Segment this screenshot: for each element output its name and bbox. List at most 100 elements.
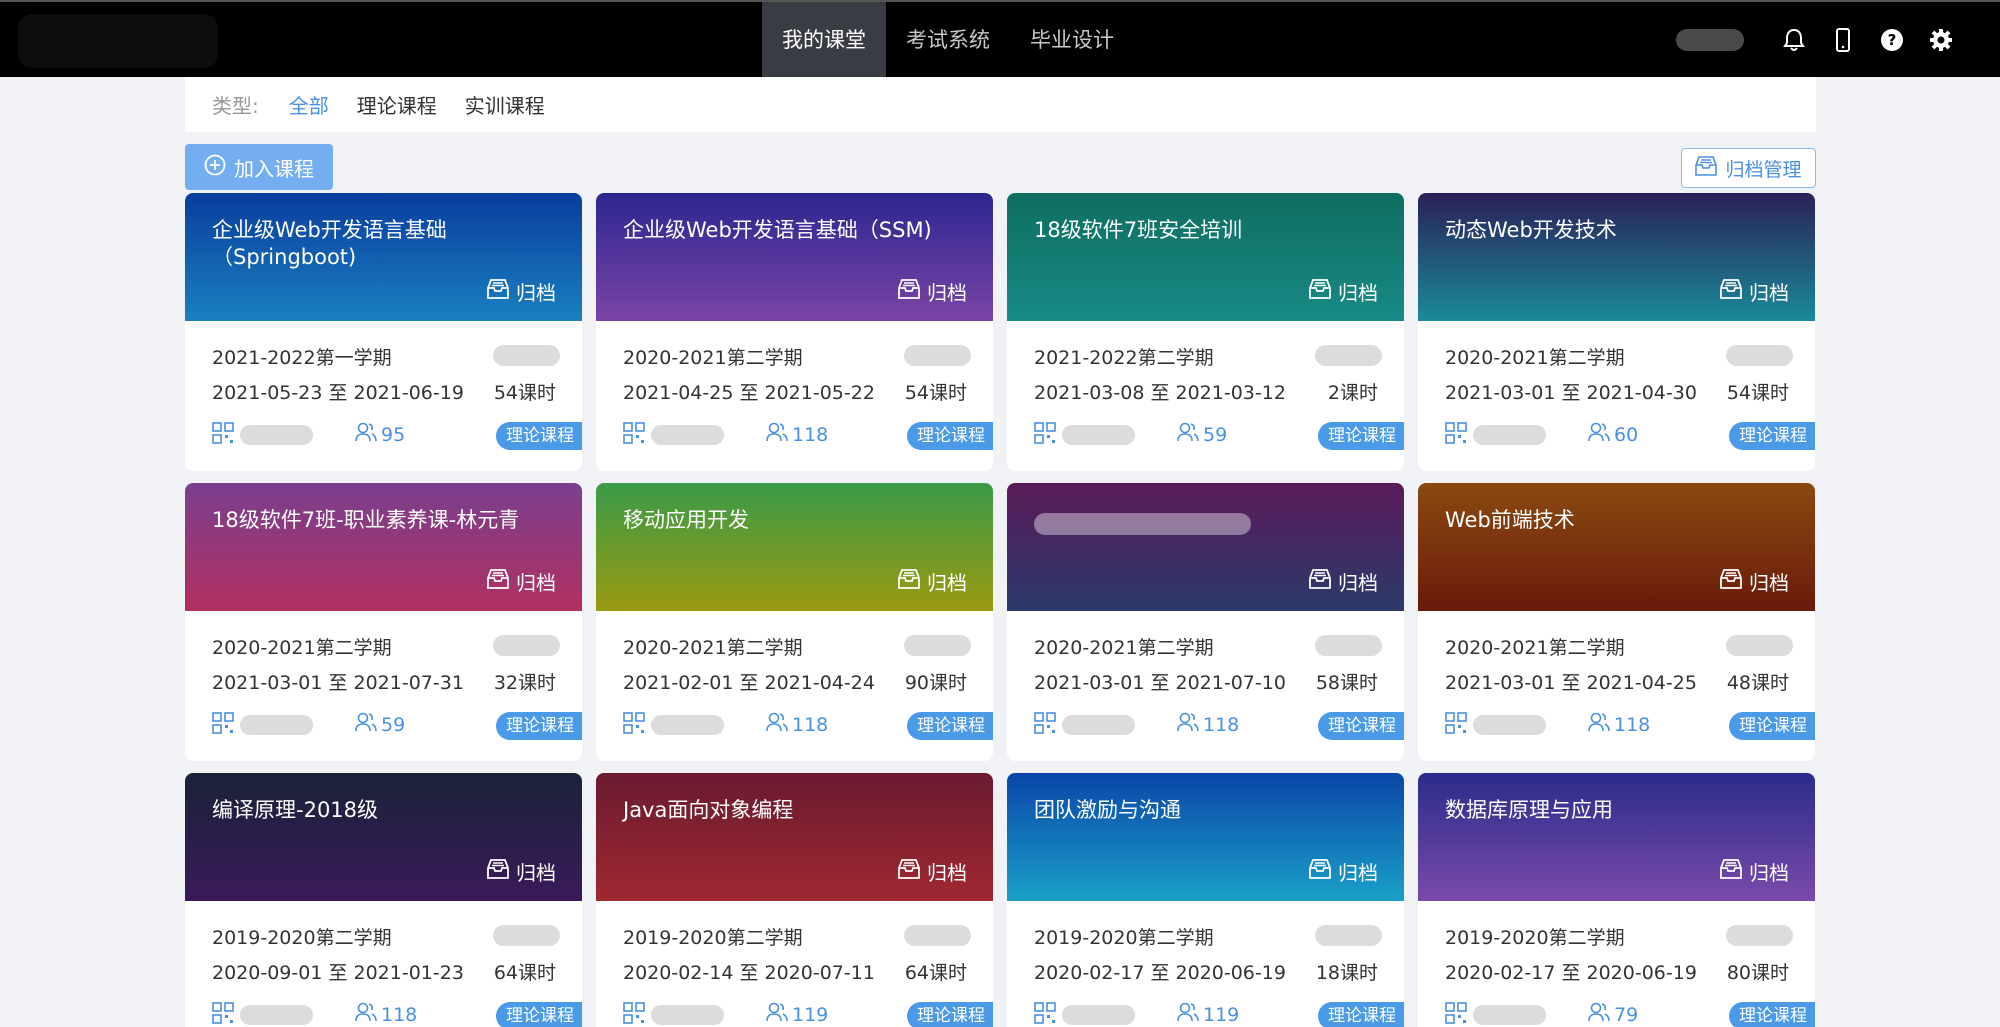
student-count[interactable]: 60 (1588, 422, 1638, 447)
archive-button[interactable]: 归档 (1309, 567, 1378, 596)
course-card-body: 2020-2021第二学期 2021-03-01 至 2021-07-31 32课时… (185, 611, 582, 761)
course-title[interactable]: 18级软件7班安全培训 (1034, 217, 1364, 244)
svg-text:?: ? (1887, 31, 1896, 49)
course-title[interactable]: Java面向对象编程 (623, 797, 953, 824)
qr-code-icon[interactable] (1034, 1002, 1056, 1024)
archive-button[interactable]: 归档 (1309, 857, 1378, 886)
archive-button[interactable]: 归档 (487, 857, 556, 886)
qr-code-icon[interactable] (212, 1002, 234, 1024)
user-name[interactable] (1676, 28, 1744, 51)
teacher-name (1315, 925, 1382, 946)
archive-button[interactable]: 归档 (1720, 277, 1789, 306)
course-title[interactable]: 企业级Web开发语言基础（Springboot) (212, 217, 542, 271)
course-title[interactable]: Web前端技术 (1445, 507, 1775, 534)
phone-icon[interactable] (1829, 26, 1856, 53)
archive-button[interactable]: 归档 (898, 277, 967, 306)
archive-button[interactable]: 归档 (898, 567, 967, 596)
filter-option-practical[interactable]: 实训课程 (465, 90, 545, 119)
course-type-tag: 理论课程 (1729, 712, 1815, 740)
course-card[interactable]: 归档 2020-2021第二学期 2021-03-01 至 2021-07-10 58… (1007, 483, 1404, 761)
course-code (1473, 425, 1546, 445)
course-title[interactable]: 18级软件7班-职业素养课-林元青 (212, 507, 542, 534)
archive-manage-button[interactable]: 归档管理 (1681, 148, 1816, 188)
course-dates: 2021-03-01 至 2021-04-30 (1445, 382, 1697, 404)
filter-option-all[interactable]: 全部 (289, 90, 329, 119)
course-title[interactable] (1034, 513, 1251, 535)
course-card[interactable]: 企业级Web开发语言基础（SSM) 归档 2020-2021第二学期 2021-04-… (596, 193, 993, 471)
qr-code-icon[interactable] (1034, 422, 1056, 444)
student-count[interactable]: 95 (355, 422, 405, 447)
course-card[interactable]: 数据库原理与应用 归档 2019-2020第二学期 2020-02-17 至 2020… (1418, 773, 1815, 1027)
archive-button[interactable]: 归档 (1720, 857, 1789, 886)
course-card-header[interactable]: 企业级Web开发语言基础（Springboot) 归档 (185, 193, 582, 321)
bell-icon[interactable] (1780, 26, 1807, 53)
course-title[interactable]: 企业级Web开发语言基础（SSM) (623, 217, 953, 244)
course-card-header[interactable]: 归档 (1007, 483, 1404, 611)
qr-code-icon[interactable] (212, 422, 234, 444)
student-count-value: 95 (381, 423, 406, 446)
course-card[interactable]: 企业级Web开发语言基础（Springboot) 归档 2021-2022第一学期 2… (185, 193, 582, 471)
course-card-header[interactable]: Web前端技术归档 (1418, 483, 1815, 611)
course-card-header[interactable]: 编译原理-2018级归档 (185, 773, 582, 901)
course-card-header[interactable]: 18级软件7班安全培训归档 (1007, 193, 1404, 321)
course-card-header[interactable]: 18级软件7班-职业素养课-林元青归档 (185, 483, 582, 611)
course-semester: 2019-2020第二学期 (1445, 927, 1625, 949)
student-count[interactable]: 118 (1177, 712, 1239, 737)
course-card[interactable]: Web前端技术 归档 2020-2021第二学期 2021-03-01 至 2021-… (1418, 483, 1815, 761)
course-title[interactable]: 数据库原理与应用 (1445, 797, 1775, 824)
student-count[interactable]: 118 (766, 422, 828, 447)
course-card-header[interactable]: Java面向对象编程归档 (596, 773, 993, 901)
course-card-header[interactable]: 移动应用开发归档 (596, 483, 993, 611)
join-course-button[interactable]: 加入课程 (185, 144, 333, 190)
course-card[interactable]: 18级软件7班安全培训 归档 2021-2022第二学期 2021-03-08 至 2… (1007, 193, 1404, 471)
qr-code-icon[interactable] (623, 1002, 645, 1024)
archive-button[interactable]: 归档 (487, 277, 556, 306)
archive-box-icon (898, 859, 920, 884)
course-card-header[interactable]: 企业级Web开发语言基础（SSM) 归档 (596, 193, 993, 321)
student-count[interactable]: 79 (1588, 1002, 1638, 1027)
course-card[interactable]: Java面向对象编程 归档 2019-2020第二学期 2020-02-14 至 20… (596, 773, 993, 1027)
course-dates: 2021-02-01 至 2021-04-24 (623, 672, 875, 694)
course-card[interactable]: 移动应用开发 归档 2020-2021第二学期 2021-02-01 至 2021-0… (596, 483, 993, 761)
archive-button[interactable]: 归档 (487, 567, 556, 596)
course-title[interactable]: 移动应用开发 (623, 507, 953, 534)
course-card[interactable]: 编译原理-2018级 归档 2019-2020第二学期 2020-09-01 至 20… (185, 773, 582, 1027)
logo[interactable] (18, 14, 218, 68)
qr-code-icon[interactable] (623, 422, 645, 444)
nav-item-graduation-design[interactable]: 毕业设计 (1010, 2, 1134, 77)
course-type-tag: 理论课程 (1318, 422, 1404, 450)
student-count[interactable]: 118 (766, 712, 828, 737)
qr-code-icon[interactable] (623, 712, 645, 734)
help-icon[interactable]: ? (1878, 26, 1905, 53)
student-count[interactable]: 118 (355, 1002, 417, 1027)
course-semester: 2019-2020第二学期 (212, 927, 392, 949)
student-count[interactable]: 59 (1177, 422, 1227, 447)
nav-item-exam-system[interactable]: 考试系统 (886, 2, 1010, 77)
course-card-header[interactable]: 数据库原理与应用归档 (1418, 773, 1815, 901)
course-card[interactable]: 动态Web开发技术 归档 2020-2021第二学期 2021-03-01 至 202… (1418, 193, 1815, 471)
archive-button[interactable]: 归档 (1720, 567, 1789, 596)
student-count-value: 118 (1203, 713, 1240, 736)
course-card[interactable]: 18级软件7班-职业素养课-林元青 归档 2020-2021第二学期 2021-03-… (185, 483, 582, 761)
student-count[interactable]: 119 (766, 1002, 828, 1027)
nav-item-my-classroom[interactable]: 我的课堂 (762, 2, 886, 77)
filter-option-theory[interactable]: 理论课程 (357, 90, 437, 119)
qr-code-icon[interactable] (1445, 712, 1467, 734)
qr-code-icon[interactable] (1445, 1002, 1467, 1024)
course-title[interactable]: 编译原理-2018级 (212, 797, 542, 824)
qr-code-icon[interactable] (212, 712, 234, 734)
course-card-header[interactable]: 动态Web开发技术归档 (1418, 193, 1815, 321)
student-count[interactable]: 119 (1177, 1002, 1239, 1027)
course-card-header[interactable]: 团队激励与沟通归档 (1007, 773, 1404, 901)
student-count[interactable]: 59 (355, 712, 405, 737)
course-title[interactable]: 团队激励与沟通 (1034, 797, 1364, 824)
course-code (1062, 425, 1135, 445)
course-card[interactable]: 团队激励与沟通 归档 2019-2020第二学期 2020-02-17 至 2020-… (1007, 773, 1404, 1027)
archive-button[interactable]: 归档 (898, 857, 967, 886)
qr-code-icon[interactable] (1445, 422, 1467, 444)
qr-code-icon[interactable] (1034, 712, 1056, 734)
student-count[interactable]: 118 (1588, 712, 1650, 737)
course-title[interactable]: 动态Web开发技术 (1445, 217, 1775, 244)
settings-icon[interactable] (1927, 26, 1954, 53)
archive-button[interactable]: 归档 (1309, 277, 1378, 306)
